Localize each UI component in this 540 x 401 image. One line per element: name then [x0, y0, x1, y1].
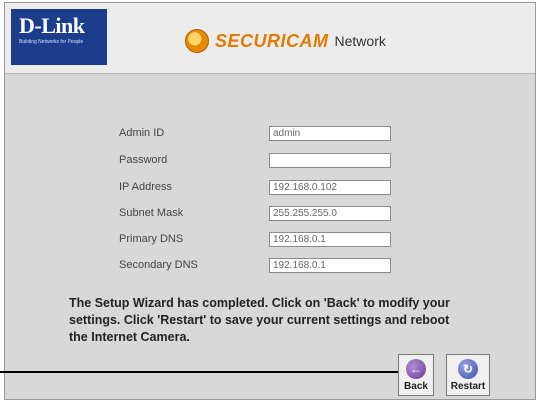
back-button-label: Back: [404, 381, 428, 392]
form-row-secondary-dns: Secondary DNS: [117, 257, 397, 273]
back-button[interactable]: ← Back: [398, 354, 434, 396]
product-name: SECURICAM: [215, 30, 329, 51]
form-row-primary-dns: Primary DNS: [117, 231, 397, 247]
password-field[interactable]: [269, 152, 391, 168]
brand-logo-text: D-Link: [19, 13, 85, 38]
back-arrow-icon: ←: [406, 359, 426, 379]
primary-dns-label: Primary DNS: [119, 233, 184, 245]
securicam-logo-icon: [185, 29, 209, 53]
form-row-subnet-mask: Subnet Mask: [117, 205, 397, 221]
ip-address-field[interactable]: [269, 179, 391, 195]
form-row-password: Password: [117, 152, 397, 168]
pointer-arrow-line: [0, 371, 420, 373]
setup-wizard-window: D-Link Building Networks for People SECU…: [4, 2, 536, 400]
dlink-logo: D-Link Building Networks for People: [11, 9, 107, 65]
admin-id-label: Admin ID: [119, 127, 165, 139]
completion-message: The Setup Wizard has completed. Click on…: [69, 296, 450, 344]
restart-button-label: Restart: [450, 381, 486, 392]
restart-button[interactable]: ↻ Restart: [446, 354, 490, 396]
product-suffix: Network: [334, 33, 386, 49]
secondary-dns-label: Secondary DNS: [119, 259, 198, 271]
primary-dns-field[interactable]: [269, 231, 391, 247]
ip-address-label: IP Address: [119, 181, 172, 193]
password-label: Password: [119, 154, 168, 166]
product-title: SECURICAM Network: [185, 29, 386, 53]
restart-icon: ↻: [458, 359, 478, 379]
form-row-ip-address: IP Address: [117, 179, 397, 195]
brand-tagline: Building Networks for People: [19, 39, 84, 45]
admin-id-field[interactable]: [269, 125, 391, 141]
secondary-dns-field[interactable]: [269, 257, 391, 273]
subnet-mask-field[interactable]: [269, 205, 391, 221]
header-bar: D-Link Building Networks for People SECU…: [5, 3, 535, 74]
form-row-admin-id: Admin ID: [117, 125, 397, 141]
subnet-mask-label: Subnet Mask: [119, 207, 184, 219]
